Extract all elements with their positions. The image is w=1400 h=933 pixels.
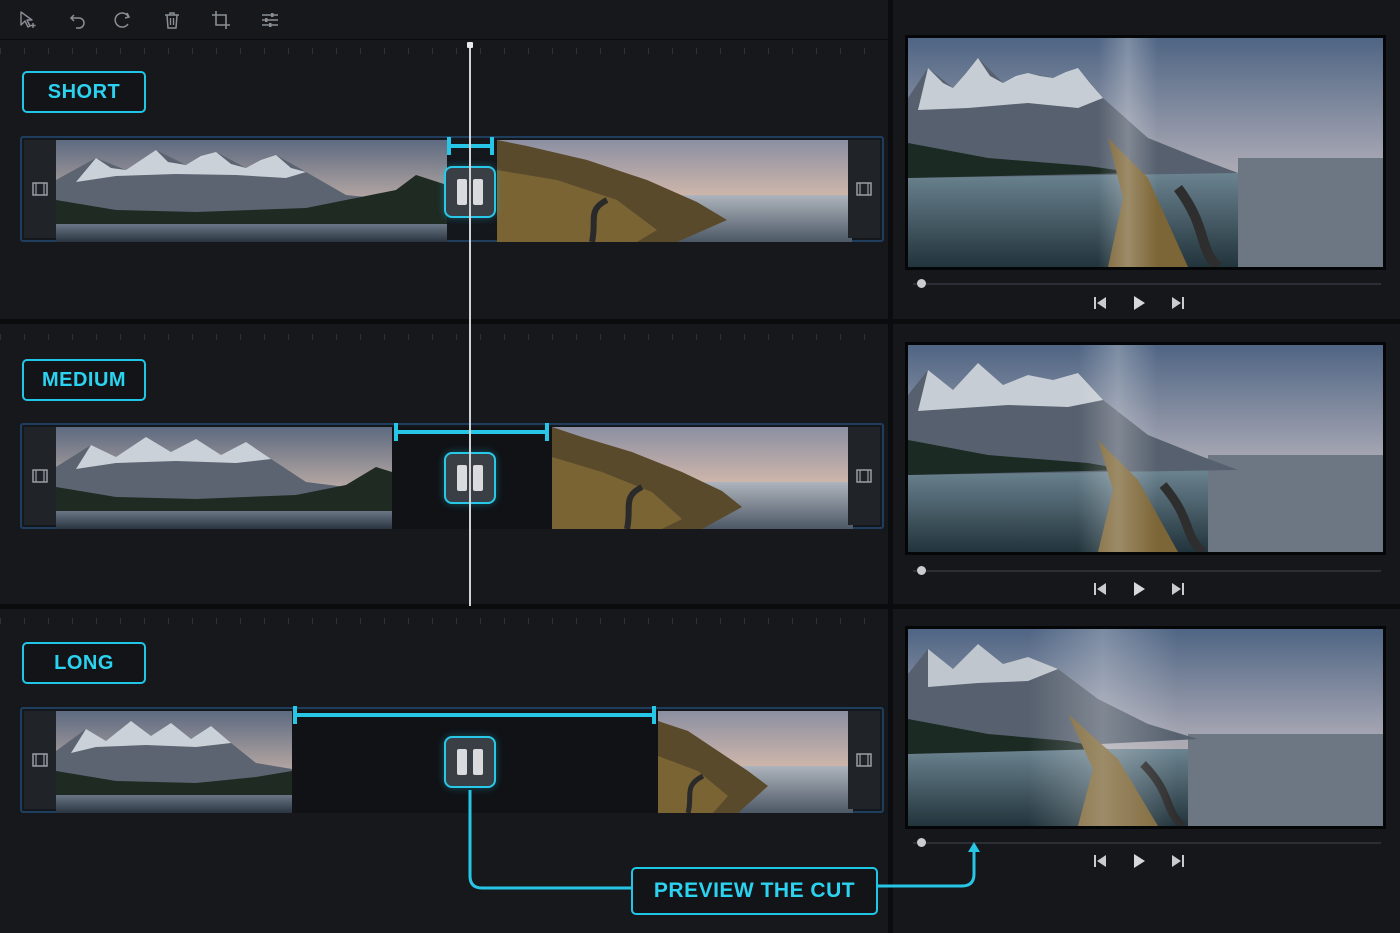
timeline-ruler bbox=[0, 44, 888, 58]
clip-coastal-road[interactable] bbox=[658, 711, 853, 813]
film-strip-icon bbox=[848, 140, 880, 238]
scrub-knob[interactable] bbox=[917, 566, 926, 575]
adjust-button[interactable] bbox=[258, 8, 282, 32]
skip-forward-button[interactable] bbox=[1167, 578, 1189, 600]
clip-mountain-lake[interactable] bbox=[56, 427, 392, 529]
play-icon bbox=[1134, 582, 1145, 596]
film-strip-icon bbox=[24, 140, 56, 238]
preview-frame-long[interactable] bbox=[905, 626, 1386, 829]
play-button[interactable] bbox=[1128, 292, 1150, 314]
preview-frame-medium[interactable] bbox=[905, 342, 1386, 555]
play-icon bbox=[1134, 296, 1145, 310]
skip-back-button[interactable] bbox=[1089, 292, 1111, 314]
playhead-handle[interactable] bbox=[467, 42, 473, 48]
delete-button[interactable] bbox=[160, 8, 184, 32]
playhead[interactable] bbox=[469, 44, 471, 606]
skip-forward-button[interactable] bbox=[1167, 292, 1189, 314]
undo-icon bbox=[69, 14, 85, 29]
skip-forward-icon bbox=[1172, 583, 1184, 595]
film-strip-icon bbox=[24, 427, 56, 525]
clip-coastal-road[interactable] bbox=[497, 140, 852, 242]
timeline-editor: SHORT MEDIUM LONG bbox=[0, 0, 888, 933]
skip-forward-icon bbox=[1172, 855, 1184, 867]
sliders-icon bbox=[262, 13, 278, 27]
crop-icon bbox=[212, 11, 230, 29]
preview-frame-short[interactable] bbox=[905, 35, 1386, 270]
cursor-plus-icon bbox=[20, 11, 36, 28]
clip-coastal-road[interactable] bbox=[552, 427, 853, 529]
row-divider bbox=[893, 604, 1400, 609]
transport-controls bbox=[1089, 577, 1189, 601]
skip-back-icon bbox=[1094, 297, 1106, 309]
scrub-knob[interactable] bbox=[917, 279, 926, 288]
timeline-ruler bbox=[0, 614, 888, 628]
row-label-long: LONG bbox=[22, 642, 146, 684]
skip-forward-icon bbox=[1172, 297, 1184, 309]
redo-button[interactable] bbox=[110, 8, 134, 32]
select-tool-button[interactable] bbox=[16, 8, 40, 32]
skip-back-icon bbox=[1094, 583, 1106, 595]
play-button[interactable] bbox=[1128, 578, 1150, 600]
trash-icon bbox=[165, 12, 179, 29]
transport-controls bbox=[1089, 291, 1189, 315]
film-strip-icon bbox=[24, 711, 56, 809]
film-strip-icon bbox=[848, 427, 880, 525]
skip-back-button[interactable] bbox=[1089, 578, 1111, 600]
redo-icon bbox=[114, 12, 131, 28]
play-button[interactable] bbox=[1128, 850, 1150, 872]
film-strip-icon bbox=[848, 711, 880, 809]
scrub-bar[interactable] bbox=[913, 279, 1381, 288]
scrub-bar[interactable] bbox=[913, 566, 1381, 575]
row-divider bbox=[0, 604, 888, 609]
row-divider bbox=[0, 319, 888, 324]
row-label-medium: MEDIUM bbox=[22, 359, 146, 401]
skip-forward-button[interactable] bbox=[1167, 850, 1189, 872]
row-divider bbox=[893, 319, 1400, 324]
transition-duration-bracket-long[interactable] bbox=[293, 706, 656, 724]
timeline-ruler bbox=[0, 330, 888, 344]
undo-button[interactable] bbox=[66, 8, 90, 32]
preview-panel bbox=[893, 0, 1400, 933]
preview-the-cut-callout: PREVIEW THE CUT bbox=[631, 867, 878, 915]
pause-button[interactable] bbox=[444, 736, 496, 788]
row-label-short: SHORT bbox=[22, 71, 146, 113]
transport-controls bbox=[1089, 849, 1189, 873]
play-icon bbox=[1134, 854, 1145, 868]
scrub-knob[interactable] bbox=[917, 838, 926, 847]
skip-back-button[interactable] bbox=[1089, 850, 1111, 872]
crop-button[interactable] bbox=[209, 8, 233, 32]
toolbar bbox=[0, 0, 888, 40]
scrub-bar[interactable] bbox=[913, 838, 1381, 847]
skip-back-icon bbox=[1094, 855, 1106, 867]
clip-mountain-lake[interactable] bbox=[56, 140, 447, 242]
transition-duration-bracket-medium[interactable] bbox=[394, 423, 549, 441]
clip-mountain-lake[interactable] bbox=[56, 711, 292, 813]
